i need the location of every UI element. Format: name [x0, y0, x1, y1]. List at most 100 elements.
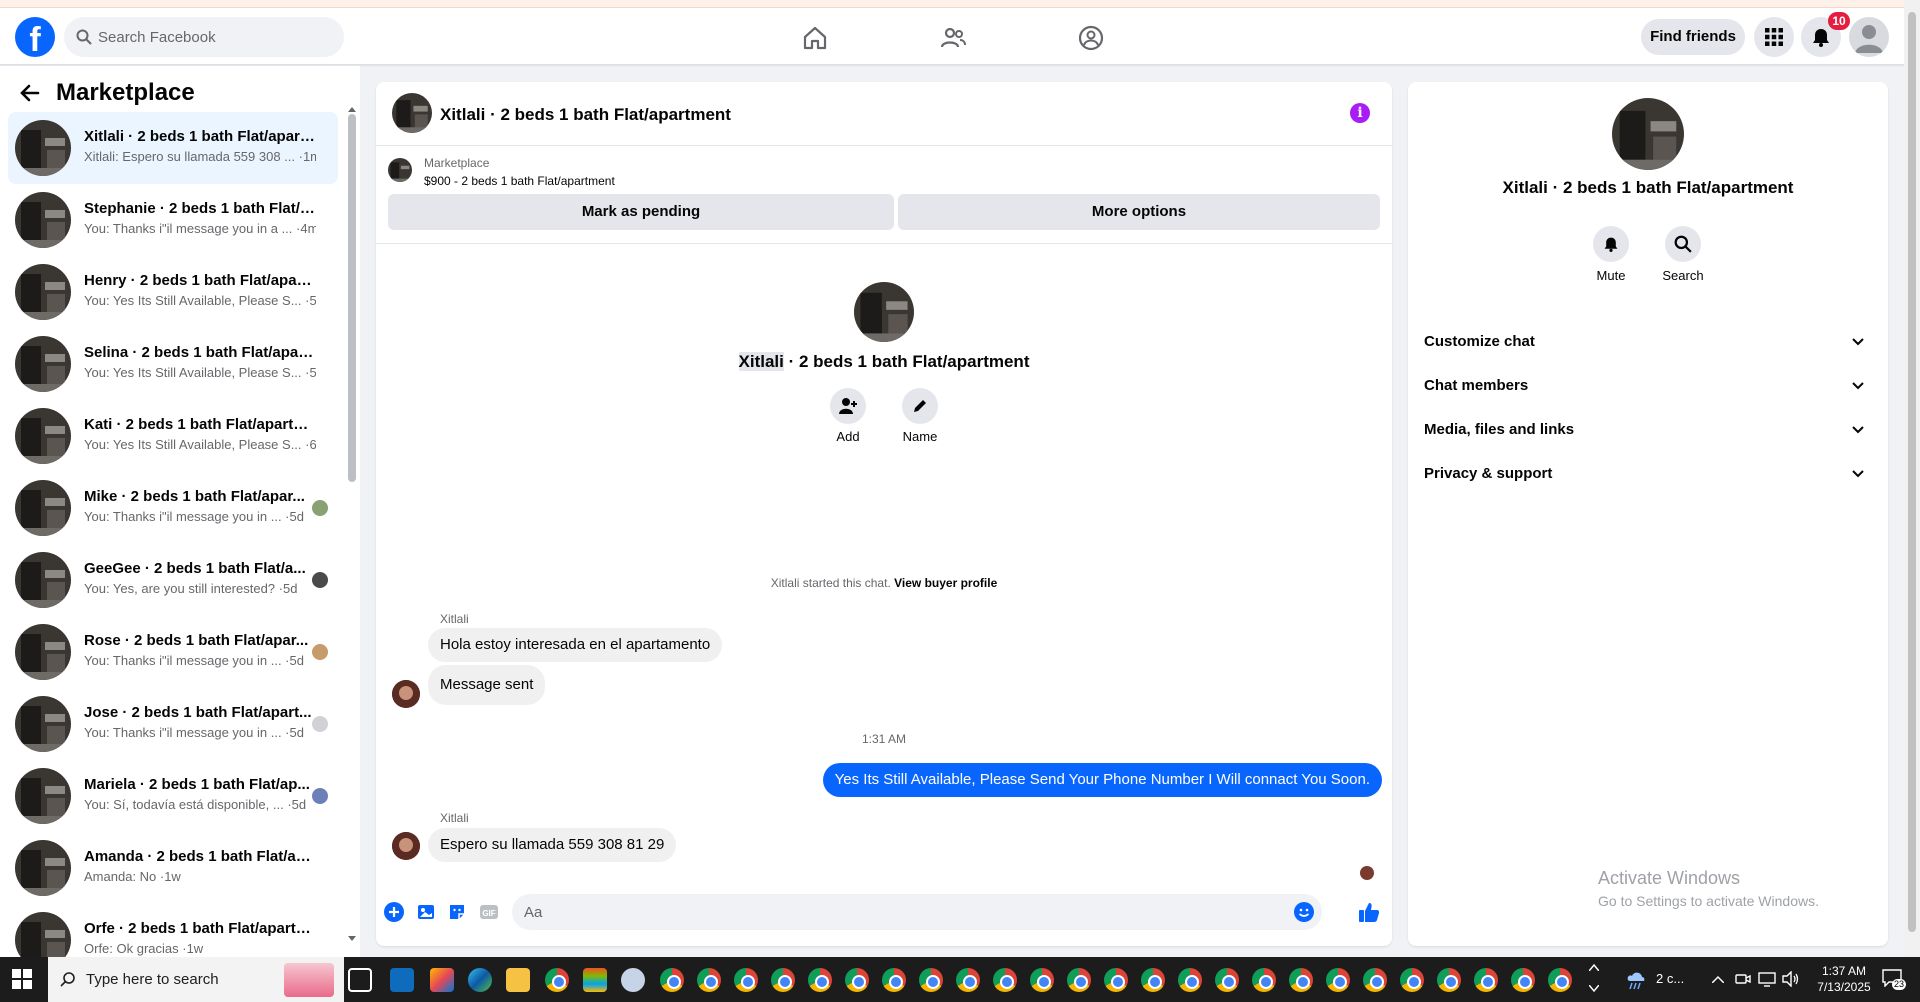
app-icon[interactable] [621, 968, 645, 992]
chevron-up-icon[interactable] [1712, 975, 1724, 983]
message-bubble[interactable]: Espero su llamada 559 308 81 29 [428, 828, 677, 862]
view-buyer-profile-link[interactable]: View buyer profile [894, 576, 997, 590]
scroll-up-icon[interactable] [348, 106, 356, 112]
plus-circle-icon[interactable] [384, 902, 404, 922]
chat-members-row[interactable]: Chat members [1424, 366, 1872, 406]
chrome-window-icon[interactable] [1363, 968, 1387, 992]
mute-action[interactable]: Mute [1576, 226, 1646, 283]
chrome-window-icon[interactable] [1548, 968, 1572, 992]
sidebar-scrollbar[interactable] [348, 106, 356, 941]
search-facebook-input[interactable] [98, 17, 328, 57]
conversation-item[interactable]: Mariela · 2 beds 1 bath Flat/ap... You: S… [8, 760, 338, 832]
chat-avatar[interactable] [392, 93, 432, 133]
store-icon[interactable] [583, 968, 607, 992]
chrome-window-icon[interactable] [1437, 968, 1461, 992]
photo-icon[interactable] [416, 902, 436, 922]
message-bubble[interactable]: Hola estoy interesada en el apartamento [428, 628, 723, 662]
taskbar-search-input[interactable] [86, 957, 286, 1002]
scroll-down-icon[interactable] [348, 936, 356, 942]
notification-center[interactable]: 23 [1882, 969, 1907, 990]
menu-button[interactable] [1754, 17, 1794, 57]
back-arrow-icon[interactable] [20, 83, 40, 103]
task-view-icon[interactable] [348, 968, 372, 992]
chrome-window-icon[interactable] [1215, 968, 1239, 992]
chrome-window-icon[interactable] [1141, 968, 1165, 992]
file-explorer-icon[interactable] [506, 968, 530, 992]
conversation-item[interactable]: GeeGee · 2 beds 1 bath Flat/a... You: Yes… [8, 544, 338, 616]
friends-icon[interactable] [939, 24, 967, 52]
chrome-window-icon[interactable] [808, 968, 832, 992]
chrome-window-icon[interactable] [1252, 968, 1276, 992]
sender-avatar[interactable] [392, 680, 420, 708]
gif-icon[interactable]: GIF [479, 902, 499, 922]
conversation-item[interactable]: Xitlali · 2 beds 1 bath Flat/apart... Xit… [8, 112, 338, 184]
listing-description[interactable]: $900 - 2 beds 1 bath Flat/apartment [424, 174, 615, 188]
chrome-window-icon[interactable] [956, 968, 980, 992]
conversation-item[interactable]: Kati · 2 beds 1 bath Flat/apartme... You:… [8, 400, 338, 472]
conversation-item[interactable]: Mike · 2 beds 1 bath Flat/apar... You: Th… [8, 472, 338, 544]
sidebar-scroll-thumb[interactable] [348, 114, 356, 482]
chrome-window-icon[interactable] [1104, 968, 1128, 992]
chrome-window-icon[interactable] [1474, 968, 1498, 992]
network-icon[interactable] [1758, 971, 1776, 987]
message-input[interactable] [524, 894, 1264, 930]
mark-as-pending-button[interactable]: Mark as pending [388, 194, 894, 230]
chrome-window-icon[interactable] [1400, 968, 1424, 992]
chrome-window-icon[interactable] [1326, 968, 1350, 992]
search-facebook-box[interactable] [64, 17, 344, 57]
taskbar-search[interactable] [48, 957, 344, 1002]
taskbar-overflow-down-icon[interactable] [1589, 985, 1599, 993]
weather-icon[interactable] [1626, 969, 1652, 991]
windows-start-icon[interactable] [12, 969, 32, 989]
add-action[interactable]: Add [818, 388, 878, 444]
chrome-window-icon[interactable] [1067, 968, 1091, 992]
facebook-logo[interactable]: f [15, 17, 55, 57]
conversation-item[interactable]: Amanda · 2 beds 1 bath Flat/apa... Amanda… [8, 832, 338, 904]
chrome-icon[interactable] [545, 968, 569, 992]
customize-chat-row[interactable]: Customize chat [1424, 322, 1872, 362]
listing-thumbnail[interactable] [388, 158, 412, 182]
chrome-window-icon[interactable] [1289, 968, 1313, 992]
weather-text[interactable]: 2 c... [1656, 971, 1684, 986]
sticker-icon[interactable] [447, 902, 467, 922]
taskbar-overflow-up-icon[interactable] [1589, 963, 1599, 971]
emoji-icon[interactable] [1294, 902, 1314, 922]
volume-icon[interactable] [1782, 971, 1800, 987]
page-scroll-thumb[interactable] [1908, 12, 1916, 932]
conversation-item[interactable]: Stephanie · 2 beds 1 bath Flat/a... You: … [8, 184, 338, 256]
chrome-window-icon[interactable] [771, 968, 795, 992]
chrome-window-icon[interactable] [993, 968, 1017, 992]
chrome-window-icon[interactable] [919, 968, 943, 992]
conversation-item[interactable]: Jose · 2 beds 1 bath Flat/apart... You: T… [8, 688, 338, 760]
edge-icon[interactable] [468, 968, 492, 992]
privacy-support-row[interactable]: Privacy & support [1424, 454, 1872, 494]
meet-now-icon[interactable] [1735, 971, 1751, 987]
chrome-window-icon[interactable] [697, 968, 721, 992]
conversation-item[interactable]: Selina · 2 beds 1 bath Flat/apart... You:… [8, 328, 338, 400]
groups-icon[interactable] [1077, 24, 1105, 52]
details-avatar[interactable] [1612, 98, 1684, 170]
outlook-icon[interactable] [390, 968, 414, 992]
chrome-window-icon[interactable] [1178, 968, 1202, 992]
info-icon[interactable]: i [1350, 103, 1370, 123]
media-files-links-row[interactable]: Media, files and links [1424, 410, 1872, 450]
chat-title[interactable]: Xitlali · 2 beds 1 bath Flat/apartment [440, 105, 731, 125]
more-options-button[interactable]: More options [898, 194, 1380, 230]
chrome-window-icon[interactable] [1511, 968, 1535, 992]
sender-avatar[interactable] [392, 832, 420, 860]
copilot-icon[interactable] [430, 968, 454, 992]
conversation-item[interactable]: Henry · 2 beds 1 bath Flat/apart... You: … [8, 256, 338, 328]
name-action[interactable]: Name [890, 388, 950, 444]
chrome-window-icon[interactable] [1030, 968, 1054, 992]
thumbs-up-icon[interactable] [1358, 901, 1380, 923]
page-scrollbar[interactable] [1904, 0, 1920, 957]
home-icon[interactable] [801, 24, 829, 52]
chrome-window-icon[interactable] [660, 968, 684, 992]
chrome-window-icon[interactable] [882, 968, 906, 992]
account-avatar[interactable] [1849, 17, 1889, 57]
conversation-item[interactable]: Rose · 2 beds 1 bath Flat/apar... You: Th… [8, 616, 338, 688]
find-friends-button[interactable]: Find friends [1641, 19, 1745, 55]
message-bubble[interactable]: Message sent [428, 665, 546, 705]
sent-message-bubble[interactable]: Yes Its Still Available, Please Send You… [822, 763, 1382, 797]
chrome-window-icon[interactable] [734, 968, 758, 992]
